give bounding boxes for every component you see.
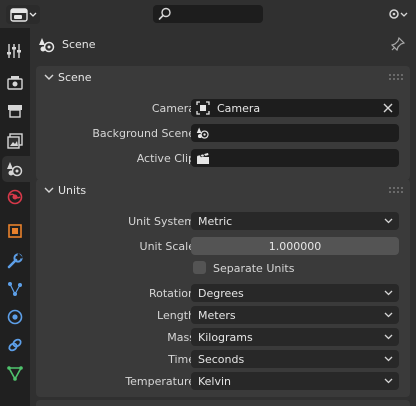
properties-editor-icon <box>10 8 37 22</box>
drag-grip-icon[interactable] <box>389 74 403 80</box>
separate-units-checkbox[interactable] <box>193 261 206 274</box>
mass-value: Kilograms <box>198 331 253 344</box>
search-input[interactable] <box>153 5 263 23</box>
tab-view-layer[interactable] <box>2 128 28 154</box>
chevron-down-icon <box>384 312 393 318</box>
drag-grip-icon[interactable] <box>389 187 403 193</box>
background-scene-label: Background Scene <box>92 127 195 140</box>
mass-dropdown[interactable]: Kilograms <box>191 328 399 346</box>
camera-value: Camera <box>217 102 261 115</box>
properties-main-area: Scene Scene Camera Camera Background Sce… <box>30 28 416 406</box>
gear-dropdown-icon <box>389 9 408 19</box>
active-clip-label: Active Clip <box>136 152 195 165</box>
scene-panel-header[interactable]: Scene <box>36 66 410 88</box>
temperature-value: Kelvin <box>198 375 232 388</box>
chevron-down-icon <box>384 218 393 224</box>
object-icon <box>8 224 22 238</box>
particles-icon <box>8 282 22 296</box>
tab-scene[interactable] <box>2 156 30 182</box>
tab-particles[interactable] <box>2 276 28 302</box>
constraint-icon <box>8 338 22 352</box>
next-panel-edge <box>36 400 410 406</box>
rotation-row: Rotation Degrees <box>36 284 410 302</box>
tab-render[interactable] <box>2 70 28 96</box>
render-icon <box>7 76 23 90</box>
mesh-data-icon <box>7 366 23 381</box>
options-dropdown[interactable] <box>387 5 410 23</box>
scene-panel-title: Scene <box>58 71 92 84</box>
tab-output[interactable] <box>2 98 28 124</box>
length-row: Length Meters <box>36 306 410 324</box>
temperature-label: Temperature <box>125 375 195 388</box>
active-clip-row: Active Clip <box>36 149 410 167</box>
background-scene-field[interactable] <box>191 124 399 142</box>
pin-icon[interactable] <box>391 37 405 51</box>
rotation-value: Degrees <box>198 287 244 300</box>
unit-system-value: Metric <box>198 215 233 228</box>
scene-icon <box>39 38 55 53</box>
length-value: Meters <box>198 309 236 322</box>
chevron-down-icon <box>384 334 393 340</box>
chevron-down-icon <box>384 290 393 296</box>
chevron-down-icon <box>384 356 393 362</box>
camera-object-icon <box>196 101 210 115</box>
properties-editor: Scene Scene Camera Camera Background Sce… <box>0 0 416 406</box>
time-dropdown[interactable]: Seconds <box>191 350 399 368</box>
rotation-label: Rotation <box>148 287 195 300</box>
scene-icon <box>7 162 23 177</box>
movie-clip-icon <box>197 153 209 164</box>
unit-scale-field[interactable]: 1.000000 <box>191 237 399 255</box>
scene-icon <box>196 127 209 139</box>
tab-tool[interactable] <box>2 38 28 64</box>
active-clip-field[interactable] <box>191 149 399 167</box>
tab-object[interactable] <box>2 218 28 244</box>
unit-scale-value: 1.000000 <box>268 240 322 253</box>
wrench-icon <box>7 253 23 269</box>
unit-scale-label: Unit Scale <box>139 240 195 253</box>
chevron-down-icon <box>44 74 54 80</box>
unit-scale-row: Unit Scale 1.000000 <box>36 237 410 255</box>
unit-system-label: Unit System <box>128 215 195 228</box>
unit-system-row: Unit System Metric <box>36 212 410 230</box>
physics-icon <box>7 309 23 325</box>
header-bar <box>0 0 416 28</box>
search-icon <box>158 7 171 20</box>
scene-panel: Scene Camera Camera Background Scene Act… <box>36 66 410 180</box>
camera-row: Camera Camera <box>36 99 410 117</box>
tool-icon <box>7 44 21 58</box>
tab-physics[interactable] <box>2 304 28 330</box>
camera-label: Camera <box>151 102 195 115</box>
output-icon <box>8 105 22 118</box>
units-panel-header[interactable]: Units <box>36 179 410 201</box>
separate-units-row: Separate Units <box>36 259 410 277</box>
world-icon <box>7 189 23 205</box>
rotation-dropdown[interactable]: Degrees <box>191 284 399 302</box>
unit-system-dropdown[interactable]: Metric <box>191 212 399 230</box>
time-row: Time Seconds <box>36 350 410 368</box>
units-panel: Units Unit System Metric Unit Scale 1.00… <box>36 179 410 397</box>
time-value: Seconds <box>198 353 245 366</box>
tab-world[interactable] <box>2 184 28 210</box>
tab-object-constraints[interactable] <box>2 332 28 358</box>
properties-tab-bar <box>0 28 30 406</box>
separate-units-label[interactable]: Separate Units <box>213 262 294 275</box>
temperature-row: Temperature Kelvin <box>36 372 410 390</box>
view-layer-icon <box>7 133 23 149</box>
close-icon[interactable] <box>383 103 393 113</box>
chevron-down-icon <box>44 187 54 193</box>
tab-modifiers[interactable] <box>2 248 28 274</box>
tab-object-data[interactable] <box>2 360 28 386</box>
mass-row: Mass Kilograms <box>36 328 410 346</box>
units-panel-title: Units <box>58 184 87 197</box>
context-title: Scene <box>62 38 96 51</box>
length-dropdown[interactable]: Meters <box>191 306 399 324</box>
editor-type-dropdown[interactable] <box>6 5 40 24</box>
temperature-dropdown[interactable]: Kelvin <box>191 372 399 390</box>
camera-field[interactable]: Camera <box>191 99 399 117</box>
length-label: Length <box>157 309 195 322</box>
chevron-down-icon <box>384 378 393 384</box>
background-scene-row: Background Scene <box>36 124 410 142</box>
